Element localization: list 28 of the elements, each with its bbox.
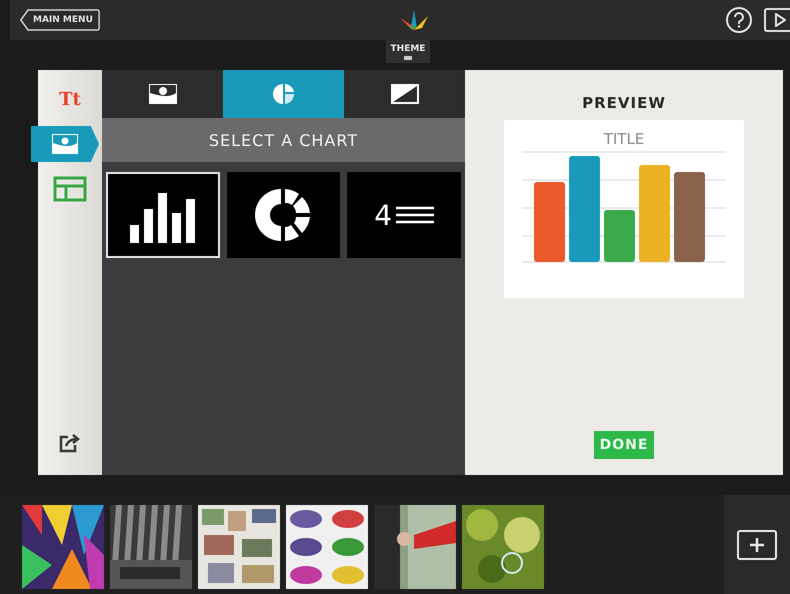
text-label: Tt bbox=[59, 88, 81, 110]
plus-icon bbox=[749, 536, 765, 552]
layout-icon bbox=[53, 176, 87, 202]
share-button[interactable] bbox=[59, 433, 81, 453]
image-icon bbox=[51, 133, 79, 155]
number-chart-option[interactable]: 4 bbox=[347, 172, 462, 258]
donut-chart-option[interactable] bbox=[226, 172, 340, 258]
help-button[interactable] bbox=[726, 7, 752, 33]
bar-chart-option[interactable] bbox=[106, 172, 220, 258]
theme-tab[interactable]: THEME bbox=[386, 40, 430, 63]
preview-heading: PREVIEW bbox=[582, 94, 666, 112]
donut-chart-icon bbox=[254, 186, 312, 244]
share-icon bbox=[59, 433, 81, 453]
main-menu-button[interactable]: MAIN MENU bbox=[20, 9, 100, 31]
lines-icon bbox=[396, 206, 434, 224]
contrast-icon bbox=[390, 83, 420, 105]
pie-chart-icon bbox=[272, 82, 296, 106]
play-button[interactable] bbox=[764, 8, 790, 32]
grip-icon bbox=[404, 56, 412, 60]
play-icon bbox=[774, 13, 786, 27]
image-tool-button[interactable] bbox=[31, 126, 99, 162]
image-icon bbox=[148, 83, 178, 105]
chart-title: TITLE bbox=[604, 130, 644, 148]
add-button[interactable] bbox=[737, 530, 777, 560]
number-label: 4 bbox=[374, 198, 392, 232]
chart-bar bbox=[604, 210, 635, 262]
panel-title: SELECT A CHART bbox=[102, 118, 465, 162]
question-icon bbox=[733, 12, 745, 28]
